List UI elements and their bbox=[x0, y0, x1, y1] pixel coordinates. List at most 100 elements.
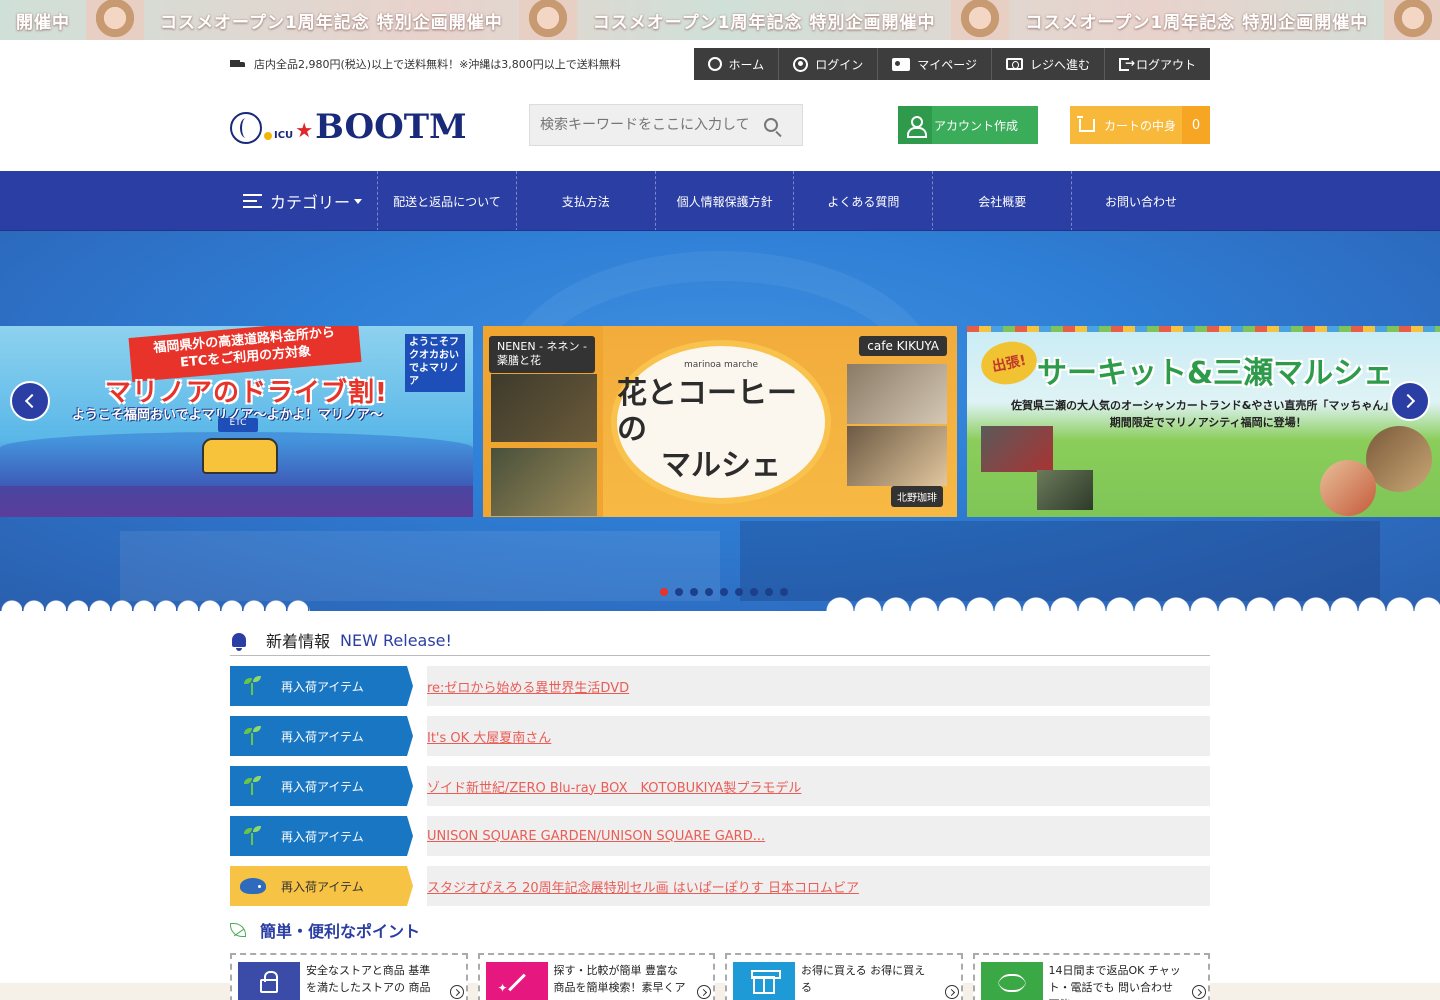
slide-side-label: ようこそフクオカおいでよマリノア bbox=[405, 334, 465, 392]
carousel-slide-circuit-marche[interactable]: 出張! サーキット&三瀬マルシェ 佐賀県三瀬の大人気のオーシャンカートランド&や… bbox=[967, 326, 1440, 517]
util-link-logout[interactable]: ログアウト bbox=[1105, 48, 1210, 80]
slide-title: 花とコーヒーの bbox=[617, 376, 797, 447]
point-card-good-deals[interactable]: お得に買える お得に買える bbox=[725, 953, 963, 1000]
nav-item-contact[interactable]: お問い合わせ bbox=[1072, 171, 1210, 231]
util-link-label: マイページ bbox=[917, 57, 977, 72]
util-link-label: レジへ進む bbox=[1029, 57, 1090, 72]
cart-button[interactable]: カートの中身 0 bbox=[1070, 106, 1210, 144]
chevron-left-icon bbox=[24, 393, 40, 409]
slide-photo bbox=[981, 426, 1053, 472]
hero-wave-decoration bbox=[826, 595, 1440, 611]
slide-badge: 出張! bbox=[977, 336, 1041, 390]
lock-icon bbox=[260, 971, 278, 993]
carousel-slide-flower-coffee[interactable]: NENEN - ネネン - 薬膳と花 marinoa marche 花とコーヒー… bbox=[483, 326, 957, 517]
util-link-login[interactable]: ログイン bbox=[779, 48, 879, 80]
news-link-box: UNISON SQUARE GARDEN/UNISON SQUARE GARD.… bbox=[427, 816, 1210, 856]
slide-photo bbox=[847, 426, 947, 486]
carousel-dot[interactable] bbox=[750, 588, 758, 596]
login-icon bbox=[793, 56, 809, 72]
gift-icon bbox=[751, 970, 781, 994]
news-badge-label: 再入荷アイテム bbox=[281, 879, 364, 894]
news-link[interactable]: UNISON SQUARE GARDEN/UNISON SQUARE GARD.… bbox=[427, 829, 765, 844]
circle-arrow-icon bbox=[697, 985, 711, 999]
points-cards: 安全なストアと商品 基準を満たしたストアの 商品 探す・比較が簡単 豊富な商品を… bbox=[230, 953, 1210, 1000]
shipping-notice: 店内全品2,980円(税込)以上で送料無料！※沖縄は3,800円以上で送料無料 bbox=[230, 56, 621, 72]
site-logo[interactable]: ICU ★ BOOTM bbox=[230, 106, 467, 144]
nav-item-company[interactable]: 会社概要 bbox=[933, 171, 1073, 231]
point-card-returns[interactable]: 14日間まで返品OK チャット・電話でも 問い合わせ可能 bbox=[972, 953, 1210, 1000]
slide-photo bbox=[491, 448, 597, 516]
news-list: 再入荷アイテム re:ゼロから始める異世界生活DVD 再入荷アイテム It's … bbox=[230, 666, 1210, 906]
circle-arrow-icon bbox=[1192, 985, 1206, 999]
nav-item-shipping[interactable]: 配送と返品について bbox=[378, 171, 517, 231]
util-link-label: ログイン bbox=[815, 57, 864, 72]
carousel-dot[interactable] bbox=[735, 588, 743, 596]
search-icon[interactable] bbox=[764, 118, 778, 132]
news-badge: 再入荷アイテム bbox=[230, 866, 413, 906]
chevron-right-icon bbox=[1400, 393, 1416, 409]
news-badge: 再入荷アイテム bbox=[230, 716, 413, 756]
point-card-easy-search[interactable]: 探す・比較が簡単 豊富な商品を簡単検索！素早くア bbox=[477, 953, 715, 1000]
slide-tag: NENEN - ネネン - 薬膳と花 bbox=[489, 336, 596, 373]
nav-item-faq[interactable]: よくある質問 bbox=[794, 171, 934, 231]
carousel-dot[interactable] bbox=[660, 588, 668, 596]
main-nav: カテゴリー 配送と返品について 支払方法 個人情報保護方針 よくある質問 会社概… bbox=[0, 171, 1440, 231]
carousel-dot[interactable] bbox=[765, 588, 773, 596]
carousel-prev-button[interactable] bbox=[10, 381, 50, 421]
util-link-register[interactable]: レジへ進む bbox=[992, 48, 1105, 80]
sprout-icon bbox=[242, 675, 264, 697]
card-icon-box bbox=[980, 962, 1043, 1000]
news-link-box: ゾイド新世紀/ZERO Blu-ray BOX KOTOBUKIYA製プラモデル bbox=[427, 766, 1210, 806]
slide-tag: cafe KIKUYA bbox=[859, 336, 947, 356]
circle-arrow-icon bbox=[944, 985, 959, 999]
return-icon bbox=[997, 974, 1026, 992]
home-icon bbox=[707, 57, 722, 71]
person-icon bbox=[907, 116, 927, 138]
carousel-slide-drive-discount[interactable]: 福岡県外の高速道路料金所から ETCをご利用の方対象 マリノアのドライブ割! よ… bbox=[0, 326, 473, 517]
search-input[interactable] bbox=[540, 117, 760, 133]
bunting-flags bbox=[967, 326, 1440, 332]
news-link[interactable]: スタジオぴえろ 20周年記念展特別セル画 はいぱーぽりす 日本コロムビア bbox=[427, 877, 859, 896]
logo-small-text: ICU bbox=[274, 130, 294, 141]
carousel-dot[interactable] bbox=[780, 588, 788, 596]
leaf-icon bbox=[230, 923, 246, 937]
shipping-text: 店内全品2,980円(税込)以上で送料無料！※沖縄は3,800円以上で送料無料 bbox=[254, 58, 621, 71]
news-link[interactable]: ゾイド新世紀/ZERO Blu-ray BOX KOTOBUKIYA製プラモデル bbox=[427, 777, 801, 796]
create-account-button[interactable]: アカウント作成 bbox=[898, 106, 1038, 144]
news-badge-label: 再入荷アイテム bbox=[281, 829, 364, 844]
news-badge-label: 再入荷アイテム bbox=[281, 779, 364, 794]
nav-item-privacy[interactable]: 個人情報保護方針 bbox=[656, 171, 795, 231]
nav-item-payment[interactable]: 支払方法 bbox=[517, 171, 656, 231]
carousel-dot[interactable] bbox=[690, 588, 698, 596]
slide-subtitle: 佐賀県三瀬の大人気のオーシャンカートランド&やさい直売所「マッちゃん」が 期間限… bbox=[1011, 398, 1405, 431]
carousel-next-button[interactable] bbox=[1390, 381, 1430, 421]
logout-icon bbox=[1118, 56, 1135, 71]
magic-wand-icon bbox=[507, 973, 526, 991]
search-box bbox=[529, 104, 803, 146]
category-menu-button[interactable]: カテゴリー bbox=[230, 171, 378, 231]
promo-photo bbox=[518, 0, 577, 40]
slide-left-panel: NENEN - ネネン - 薬膳と花 bbox=[483, 326, 603, 517]
promo-banner[interactable]: 開催中 コスメオープン1周年記念 特別企画開催中 コスメオープン1周年記念 特別… bbox=[0, 0, 1440, 40]
point-card-safe-store[interactable]: 安全なストアと商品 基準を満たしたストアの 商品 bbox=[230, 953, 468, 1000]
news-badge-label: 再入荷アイテム bbox=[281, 679, 364, 694]
hero-background-shape bbox=[120, 531, 720, 601]
etc-sign: ETC bbox=[218, 418, 258, 432]
slide-photo bbox=[1366, 426, 1432, 492]
slide-title: サーキット&三瀬マルシェ bbox=[1037, 356, 1394, 391]
carousel-dot[interactable] bbox=[705, 588, 713, 596]
news-badge: 再入荷アイテム bbox=[230, 766, 413, 806]
sprout-icon bbox=[242, 775, 264, 797]
util-link-home[interactable]: ホーム bbox=[694, 48, 780, 80]
news-row: 再入荷アイテム UNISON SQUARE GARDEN/UNISON SQUA… bbox=[230, 816, 1210, 856]
news-link[interactable]: re:ゼロから始める異世界生活DVD bbox=[427, 677, 629, 696]
util-link-mypage[interactable]: マイページ bbox=[878, 48, 992, 80]
card-text: 探す・比較が簡単 豊富な商品を簡単検索！素早くア bbox=[553, 964, 686, 995]
cart-label: カートの中身 bbox=[1104, 118, 1177, 133]
news-link[interactable]: It's OK 大屋夏南さん bbox=[427, 727, 551, 746]
carousel-dot[interactable] bbox=[675, 588, 683, 596]
slide-title: マルシェ bbox=[661, 448, 781, 483]
carousel-dot[interactable] bbox=[720, 588, 728, 596]
util-link-label: ホーム bbox=[728, 57, 765, 72]
account-icon-box bbox=[898, 106, 932, 144]
